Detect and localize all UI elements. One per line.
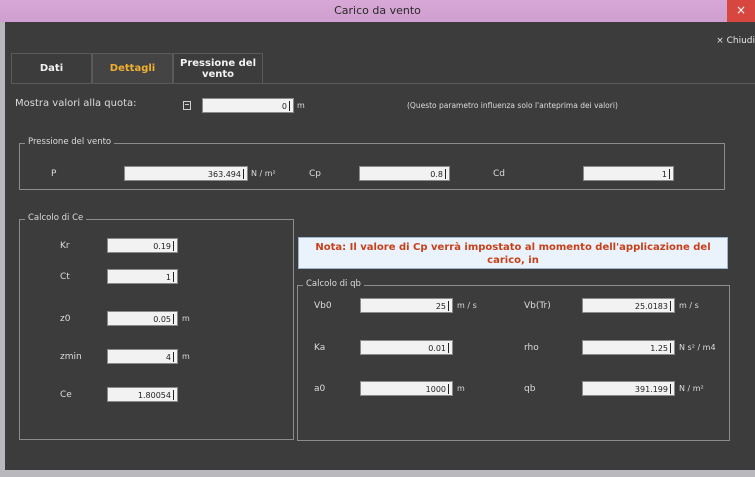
vbtr-label: Vb(Tr) bbox=[524, 301, 551, 311]
z0-unit: m bbox=[182, 314, 190, 323]
window-title: Carico da vento bbox=[334, 4, 421, 17]
kr-label: Kr bbox=[60, 241, 70, 251]
p-unit: N / m² bbox=[251, 169, 276, 178]
title-bar: Carico da vento × bbox=[0, 0, 755, 22]
rho-input[interactable]: 1.25 bbox=[582, 340, 675, 355]
z0-label: z0 bbox=[60, 314, 71, 324]
tab-divider bbox=[11, 83, 755, 84]
p-label: P bbox=[51, 169, 57, 179]
tab-dettagli[interactable]: Dettagli bbox=[92, 53, 173, 83]
quota-input[interactable]: 0 bbox=[202, 98, 294, 113]
ct-input[interactable]: 1 bbox=[107, 269, 178, 284]
ce-input[interactable]: 1.80054 bbox=[107, 387, 178, 402]
tab-pressione-del-vento[interactable]: Pressione del vento bbox=[173, 53, 263, 83]
zmin-label: zmin bbox=[60, 352, 82, 362]
quota-label: Mostra valori alla quota: bbox=[15, 98, 137, 109]
a0-label: a0 bbox=[314, 384, 326, 394]
qb-unit: N / m² bbox=[679, 384, 704, 393]
vb0-input[interactable]: 25 bbox=[360, 298, 453, 313]
ct-label: Ct bbox=[60, 272, 70, 282]
pressione-group-title: Pressione del vento bbox=[25, 137, 115, 147]
qb-input[interactable]: 391.199 bbox=[582, 381, 675, 396]
ce-label: Ce bbox=[60, 390, 72, 400]
tab-bar: Dati Dettagli Pressione del vento bbox=[11, 53, 263, 83]
kr-input[interactable]: 0.19 bbox=[107, 238, 178, 253]
a0-unit: m bbox=[457, 384, 465, 393]
cp-note: Nota: Il valore di Cp verrà impostato al… bbox=[298, 237, 728, 269]
qb-group-title: Calcolo di qb bbox=[303, 279, 364, 289]
zmin-unit: m bbox=[182, 352, 190, 361]
zmin-input[interactable]: 4 bbox=[107, 349, 178, 364]
ka-input[interactable]: 0.01 bbox=[360, 340, 453, 355]
main-window: × Chiudi Dati Dettagli Pressione del ven… bbox=[5, 22, 755, 470]
a0-input[interactable]: 1000 bbox=[360, 381, 453, 396]
vb0-label: Vb0 bbox=[314, 301, 332, 311]
cd-label: Cd bbox=[493, 169, 505, 179]
chiudi-button[interactable]: × Chiudi bbox=[716, 36, 755, 46]
cp-input[interactable]: 0.8 bbox=[359, 166, 450, 181]
tab-dati[interactable]: Dati bbox=[11, 53, 92, 83]
vb0-unit: m / s bbox=[457, 301, 477, 310]
ce-group-title: Calcolo di Ce bbox=[25, 213, 87, 223]
quota-hint: (Questo parametro influenza solo l'antep… bbox=[407, 101, 618, 110]
p-input[interactable]: 363.494 bbox=[124, 166, 248, 181]
quota-unit: m bbox=[297, 101, 305, 110]
calendar-icon[interactable] bbox=[183, 101, 191, 110]
close-icon[interactable]: × bbox=[727, 0, 755, 22]
vbtr-unit: m / s bbox=[679, 301, 699, 310]
qb-label: qb bbox=[524, 384, 536, 394]
rho-unit: N s² / m4 bbox=[679, 343, 716, 352]
rho-label: rho bbox=[524, 343, 539, 353]
z0-input[interactable]: 0.05 bbox=[107, 311, 178, 326]
vbtr-input[interactable]: 25.0183 bbox=[582, 298, 675, 313]
cp-label: Cp bbox=[309, 169, 321, 179]
ka-label: Ka bbox=[314, 343, 326, 353]
cd-input[interactable]: 1 bbox=[583, 166, 674, 181]
